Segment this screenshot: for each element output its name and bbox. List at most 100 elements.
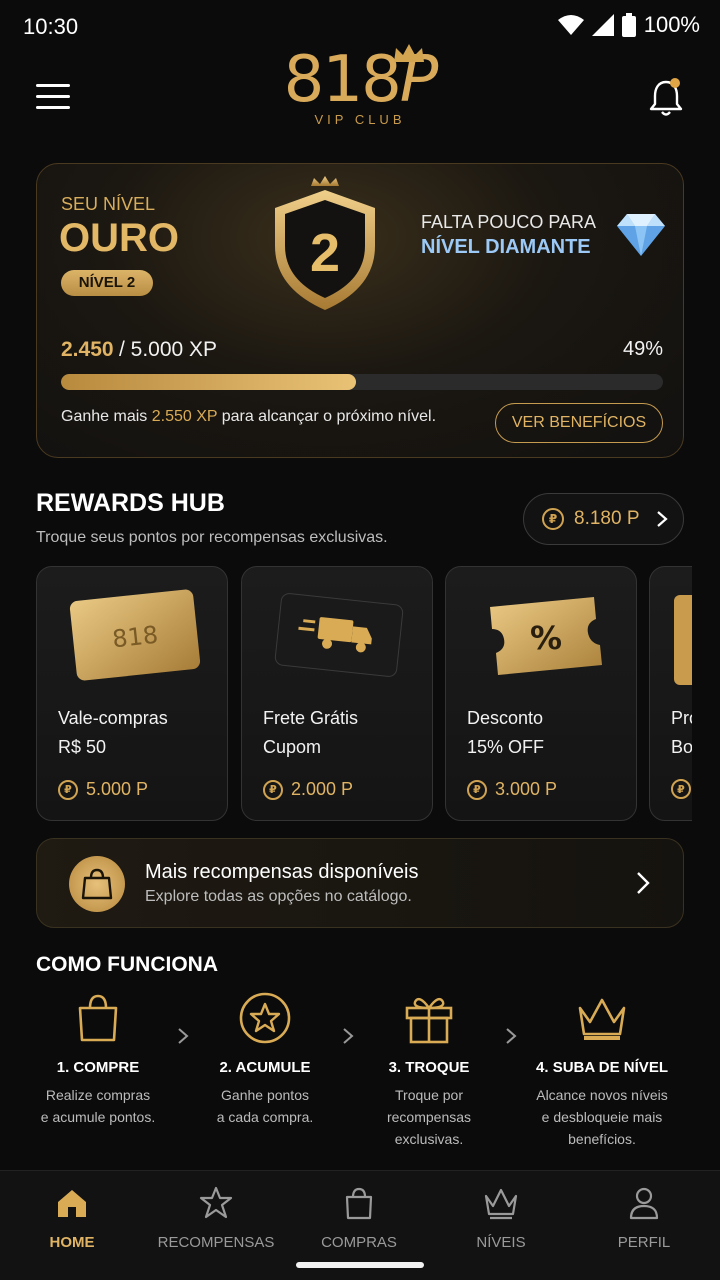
diamond-icon	[617, 214, 665, 256]
level-label: SEU NÍVEL	[61, 194, 156, 214]
step-title: 4. SUBA DE NÍVEL	[536, 1059, 668, 1076]
step-title: 2. ACUMULE	[219, 1059, 311, 1076]
shopping-bag-icon	[78, 994, 118, 1042]
coin-icon: ₽	[58, 779, 78, 800]
menu-icon-line	[36, 106, 70, 109]
coin-icon: ₽	[542, 508, 564, 530]
xp-total: / 5.000 XP	[119, 338, 218, 361]
signal-icon	[591, 14, 614, 36]
nav-label: NÍVEIS	[476, 1234, 526, 1251]
nav-home[interactable]: HOME	[2, 1185, 142, 1251]
rewards-hub-title: REWARDS HUB	[36, 489, 225, 517]
home-icon	[58, 1190, 86, 1217]
coupon-icon: %	[490, 597, 602, 675]
nav-label: HOME	[49, 1234, 95, 1251]
wifi-icon	[557, 15, 584, 35]
rewards-hub-subtitle: Troque seus pontos por recompensas exclu…	[36, 529, 388, 546]
menu-button[interactable]	[36, 84, 70, 110]
star-icon	[239, 992, 291, 1044]
step-desc-line: a cada compra.	[216, 1109, 314, 1125]
level-pill: NÍVEL 2	[61, 270, 153, 296]
more-rewards-subtitle: Explore todas as opções no catálogo.	[145, 888, 412, 905]
logo-number: 818	[283, 43, 402, 117]
more-rewards-title: Mais recompensas disponíveis	[145, 861, 419, 883]
reward-cost-value: 2.000 P	[291, 779, 354, 799]
reward-subtitle: 15% OFF	[467, 737, 545, 757]
app-logo: 818P VIP CLUB	[270, 40, 450, 140]
menu-icon-line	[36, 95, 70, 98]
reward-title: Vale-compras	[58, 708, 168, 728]
star-icon	[199, 1186, 233, 1219]
status-right: 100%	[557, 12, 700, 38]
view-benefits-button[interactable]: VER BENEFÍCIOS	[495, 403, 663, 443]
bag-icon	[345, 1187, 373, 1220]
coin-icon: ₽	[671, 779, 691, 799]
step-desc-line: e acumule pontos.	[40, 1109, 156, 1125]
reward-subtitle: Cupom	[263, 737, 322, 757]
xp-hint-amount: 2.550 XP	[151, 408, 218, 425]
rewards-carousel[interactable]: 818 Vale-compras R$ 50 ₽5.000 P Frete Gr…	[36, 566, 692, 822]
chevron-right-icon	[506, 1028, 517, 1044]
step-description: Ganhe pontos a cada compra.	[185, 1084, 345, 1128]
coin-icon: ₽	[467, 779, 487, 800]
level-name: OURO	[59, 216, 179, 260]
level-card: SEU NÍVEL OURO NÍVEL 2 2 FALTA POUCO PAR…	[36, 163, 684, 458]
xp-percent: 49%	[622, 338, 663, 360]
shopping-bag-icon	[81, 868, 113, 900]
truck-icon	[274, 593, 404, 677]
reward-card[interactable]: Frete Grátis Cupom ₽2.000 P	[241, 566, 433, 821]
reward-card[interactable]: % Desconto 15% OFF ₽3.000 P	[445, 566, 637, 821]
step-desc-line: Alcance novos níveis	[536, 1087, 668, 1103]
card-icon	[674, 595, 692, 685]
xp-current: 2.450	[61, 338, 114, 361]
home-indicator[interactable]	[296, 1262, 424, 1268]
nav-purchases[interactable]: COMPRAS	[289, 1185, 429, 1251]
gift-card-icon: 818	[69, 589, 201, 681]
reward-cost: ₽	[671, 779, 691, 799]
xp-hint-prefix: Ganhe mais	[61, 408, 152, 425]
battery-text: 100%	[643, 12, 700, 37]
xp-hint-suffix: para alcançar o próximo nível.	[217, 408, 437, 425]
next-level-label: FALTA POUCO PARA	[421, 212, 597, 232]
step-desc-line: Troque por	[395, 1087, 463, 1103]
nav-profile[interactable]: PERFIL	[574, 1185, 714, 1251]
nav-label: RECOMPENSAS	[157, 1234, 275, 1251]
points-balance: 8.180 P	[574, 508, 640, 529]
reward-cost: ₽2.000 P	[263, 779, 353, 800]
next-level-name: NÍVEL DIAMANTE	[421, 236, 591, 258]
svg-text:818: 818	[111, 621, 159, 654]
nav-rewards[interactable]: RECOMPENSAS	[146, 1185, 286, 1251]
step-title: 3. TROQUE	[388, 1059, 470, 1076]
reward-subtitle: R$ 50	[58, 737, 107, 757]
xp-progress-fill	[61, 374, 356, 390]
reward-subtitle: Bo	[671, 737, 692, 757]
how-step: 2. ACUMULE Ganhe pontos a cada compra.	[185, 990, 345, 1128]
step-desc-line: Realize compras	[45, 1087, 151, 1103]
how-step: 3. TROQUE Troque por recompensas exclusiva…	[349, 990, 509, 1150]
step-description: Troque por recompensas exclusivas.	[349, 1084, 509, 1150]
notification-button[interactable]	[648, 78, 684, 118]
reward-title: Desconto	[467, 708, 544, 728]
more-rewards-banner[interactable]: Mais recompensas disponíveis Explore tod…	[36, 838, 684, 928]
step-desc-line: benefícios.	[568, 1131, 636, 1147]
chevron-right-icon	[656, 511, 668, 527]
crown-icon	[578, 998, 626, 1040]
reward-card[interactable]: 818 Vale-compras R$ 50 ₽5.000 P	[36, 566, 228, 821]
gift-icon	[405, 997, 453, 1044]
reward-title: Frete Grátis	[263, 708, 359, 728]
step-desc-line: exclusivas.	[394, 1131, 464, 1147]
step-desc-line: recompensas	[386, 1109, 472, 1125]
shield-number: 2	[309, 223, 341, 283]
how-step: 4. SUBA DE NÍVEL Alcance novos níveis e d…	[522, 990, 682, 1150]
crown-icon	[484, 1188, 518, 1220]
battery-icon	[621, 13, 636, 37]
step-desc-line: e desbloqueie mais	[541, 1109, 663, 1125]
reward-cost: ₽3.000 P	[467, 779, 557, 800]
status-time: 10:30	[23, 14, 79, 39]
nav-levels[interactable]: NÍVEIS	[431, 1185, 571, 1251]
menu-icon-line	[36, 84, 70, 87]
shopping-bag-badge	[69, 856, 125, 912]
points-balance-button[interactable]: ₽ 8.180 P	[523, 493, 684, 545]
reward-card[interactable]: Pro Bo ₽	[649, 566, 692, 821]
crown-logo-icon	[394, 44, 424, 62]
